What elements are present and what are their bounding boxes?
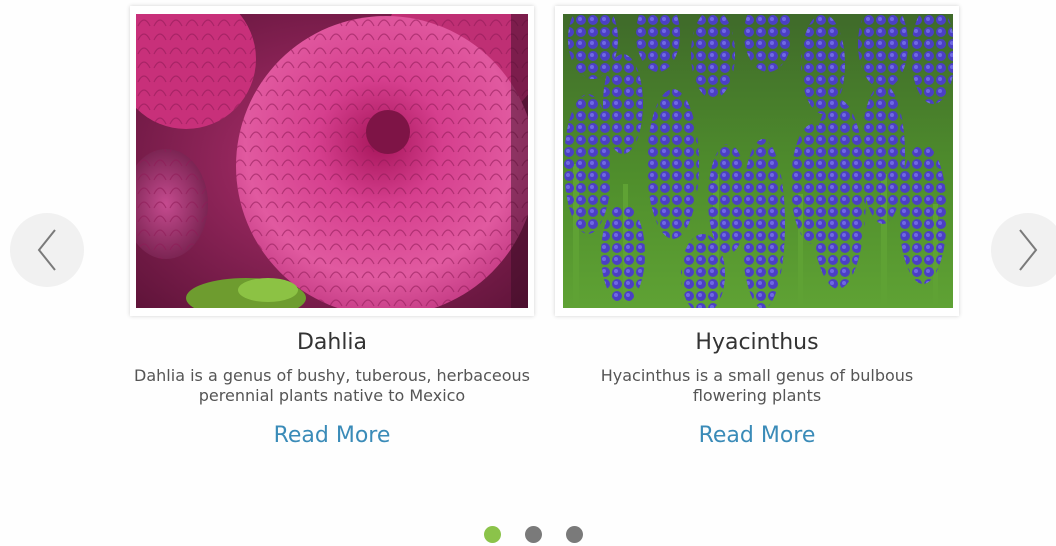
dahlia-photo [136, 14, 528, 308]
slide-card-dahlia: Dahlia Dahlia is a genus of bushy, tuber… [130, 6, 534, 450]
slide-title: Dahlia [296, 330, 368, 355]
image-frame [555, 6, 959, 316]
hyacinthus-photo [563, 14, 953, 308]
chevron-left-icon [37, 229, 56, 271]
read-more-link[interactable]: Read More [555, 422, 959, 450]
chevron-right-icon [1019, 229, 1038, 271]
image-frame [130, 6, 534, 316]
previous-slide-button[interactable] [10, 213, 84, 287]
slide-card-hyacinthus: Hyacinthus Hyacinthus is a small genus o… [555, 6, 959, 450]
read-more-link[interactable]: Read More [130, 422, 534, 450]
slide-title: Hyacinthus [695, 330, 819, 355]
next-slide-button[interactable] [991, 213, 1056, 287]
pagination-dots [484, 526, 583, 543]
pagination-dot[interactable] [566, 526, 583, 543]
pagination-dot[interactable] [484, 526, 501, 543]
slide-description: Hyacinthus is a small genus of bulbous f… [600, 366, 914, 405]
flower-carousel: Dahlia Dahlia is a genus of bushy, tuber… [0, 0, 1056, 546]
slide-description: Dahlia is a genus of bushy, tuberous, he… [134, 366, 530, 405]
pagination-dot[interactable] [525, 526, 542, 543]
